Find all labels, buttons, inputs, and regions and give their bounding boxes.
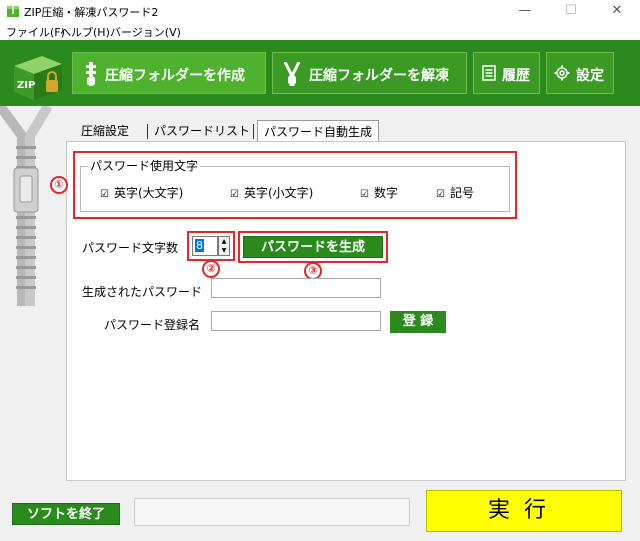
tab-compression-settings[interactable]: 圧縮設定 <box>81 120 129 142</box>
annotation-badge-2: ② <box>202 260 220 278</box>
history-button[interactable]: 履歴 <box>473 52 540 94</box>
title-bar: ZIP圧縮・解凍パスワード2 — ☐ ✕ <box>0 0 640 22</box>
generated-password-field[interactable] <box>211 278 381 298</box>
open-zipper-icon <box>283 62 301 86</box>
length-label: パスワード文字数 <box>82 241 179 255</box>
tab-separator <box>147 124 148 139</box>
close-button[interactable]: ✕ <box>594 0 640 22</box>
annotation-badge-1: ① <box>50 176 68 194</box>
history-label: 履歴 <box>502 68 530 84</box>
extract-zip-button[interactable]: 圧縮フォルダーを解凍 <box>272 52 467 94</box>
menu-help[interactable]: ヘルプ(H) <box>60 24 110 40</box>
zipper-decoration-icon <box>0 106 53 306</box>
list-icon <box>482 65 496 81</box>
extract-zip-label: 圧縮フォルダーを解凍 <box>309 68 449 84</box>
settings-button[interactable]: 設定 <box>546 52 614 94</box>
zip-box-icon: ZIP <box>14 56 62 100</box>
create-zip-label: 圧縮フォルダーを作成 <box>105 68 245 84</box>
window-title: ZIP圧縮・解凍パスワード2 <box>24 6 159 19</box>
register-name-field[interactable] <box>211 311 381 331</box>
run-button[interactable]: 実行 <box>426 490 622 532</box>
annotation-box-1 <box>73 151 517 219</box>
app-icon <box>7 6 19 17</box>
create-zip-button[interactable]: 圧縮フォルダーを作成 <box>72 52 266 94</box>
menu-bar: ファイル(F) ヘルプ(H) バージョン(V) <box>0 22 640 40</box>
maximize-button[interactable]: ☐ <box>548 0 594 22</box>
settings-label: 設定 <box>576 68 604 84</box>
register-name-label: パスワード登録名 <box>104 318 201 332</box>
status-bar <box>134 498 410 526</box>
menu-file[interactable]: ファイル(F) <box>6 24 65 40</box>
annotation-box-3 <box>238 231 388 263</box>
tab-separator <box>253 124 254 139</box>
tab-password-list[interactable]: パスワードリスト <box>154 120 250 142</box>
quit-button[interactable]: ソフトを終了 <box>12 503 120 525</box>
generated-password-label: 生成されたパスワード <box>82 285 203 299</box>
zipper-icon <box>86 62 96 86</box>
zip-logo-text: ZIP <box>17 80 35 91</box>
gear-icon <box>554 65 570 81</box>
annotation-box-2 <box>187 231 235 261</box>
minimize-button[interactable]: — <box>502 0 548 22</box>
register-button[interactable]: 登 録 <box>390 311 446 333</box>
menu-version[interactable]: バージョン(V) <box>110 24 181 40</box>
tab-auto-generate[interactable]: パスワード自動生成 <box>257 120 380 142</box>
